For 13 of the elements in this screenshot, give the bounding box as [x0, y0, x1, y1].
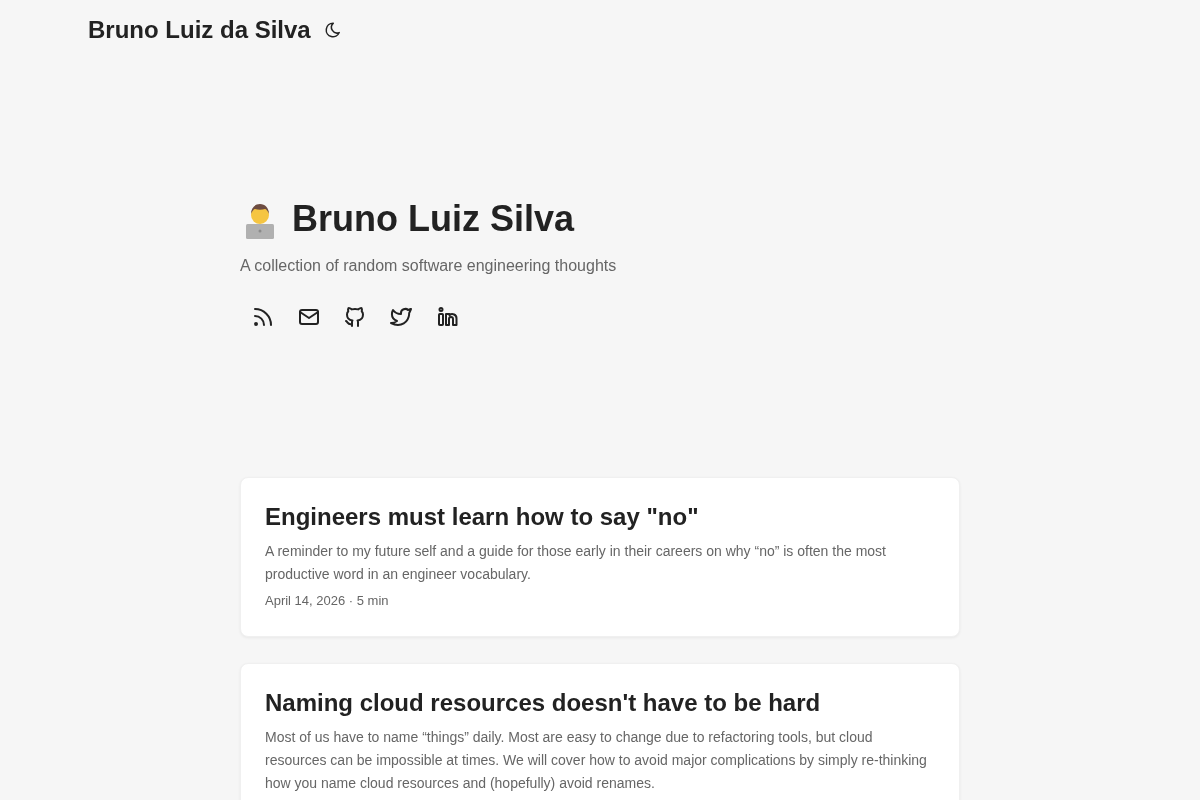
rss-icon: [251, 305, 275, 329]
github-icon: [343, 305, 367, 329]
post-date: April 14, 2026 · 5 min: [265, 592, 390, 611]
site-title-link[interactable]: Bruno Luiz da Silva: [88, 14, 311, 46]
moon-icon: [323, 21, 342, 39]
page-title: Bruno Luiz Silva: [292, 197, 575, 240]
post-title-link[interactable]: Naming cloud resources doesn't have to be hard: [265, 688, 935, 719]
site-tagline: A collection of random software engineering thoughts: [240, 256, 618, 276]
post-title-link[interactable]: Engineers must learn how to say "no": [265, 502, 935, 532]
post-summary: A reminder to my future self and a guide for those early in their careers on why “no” is often the most productive word in an engineer vocabulary.: [265, 542, 887, 584]
post-summary: Most of us have to name “things” daily. Most are easy to change due to refactoring tools, but cloud resources can be impossible at times. We will cover how to avoid major complications by simply re-thinking how you name cloud resources and (hopefully) avoid renames.: [265, 728, 928, 793]
linkedin-icon: [435, 305, 459, 329]
twitter-icon: [389, 305, 413, 329]
